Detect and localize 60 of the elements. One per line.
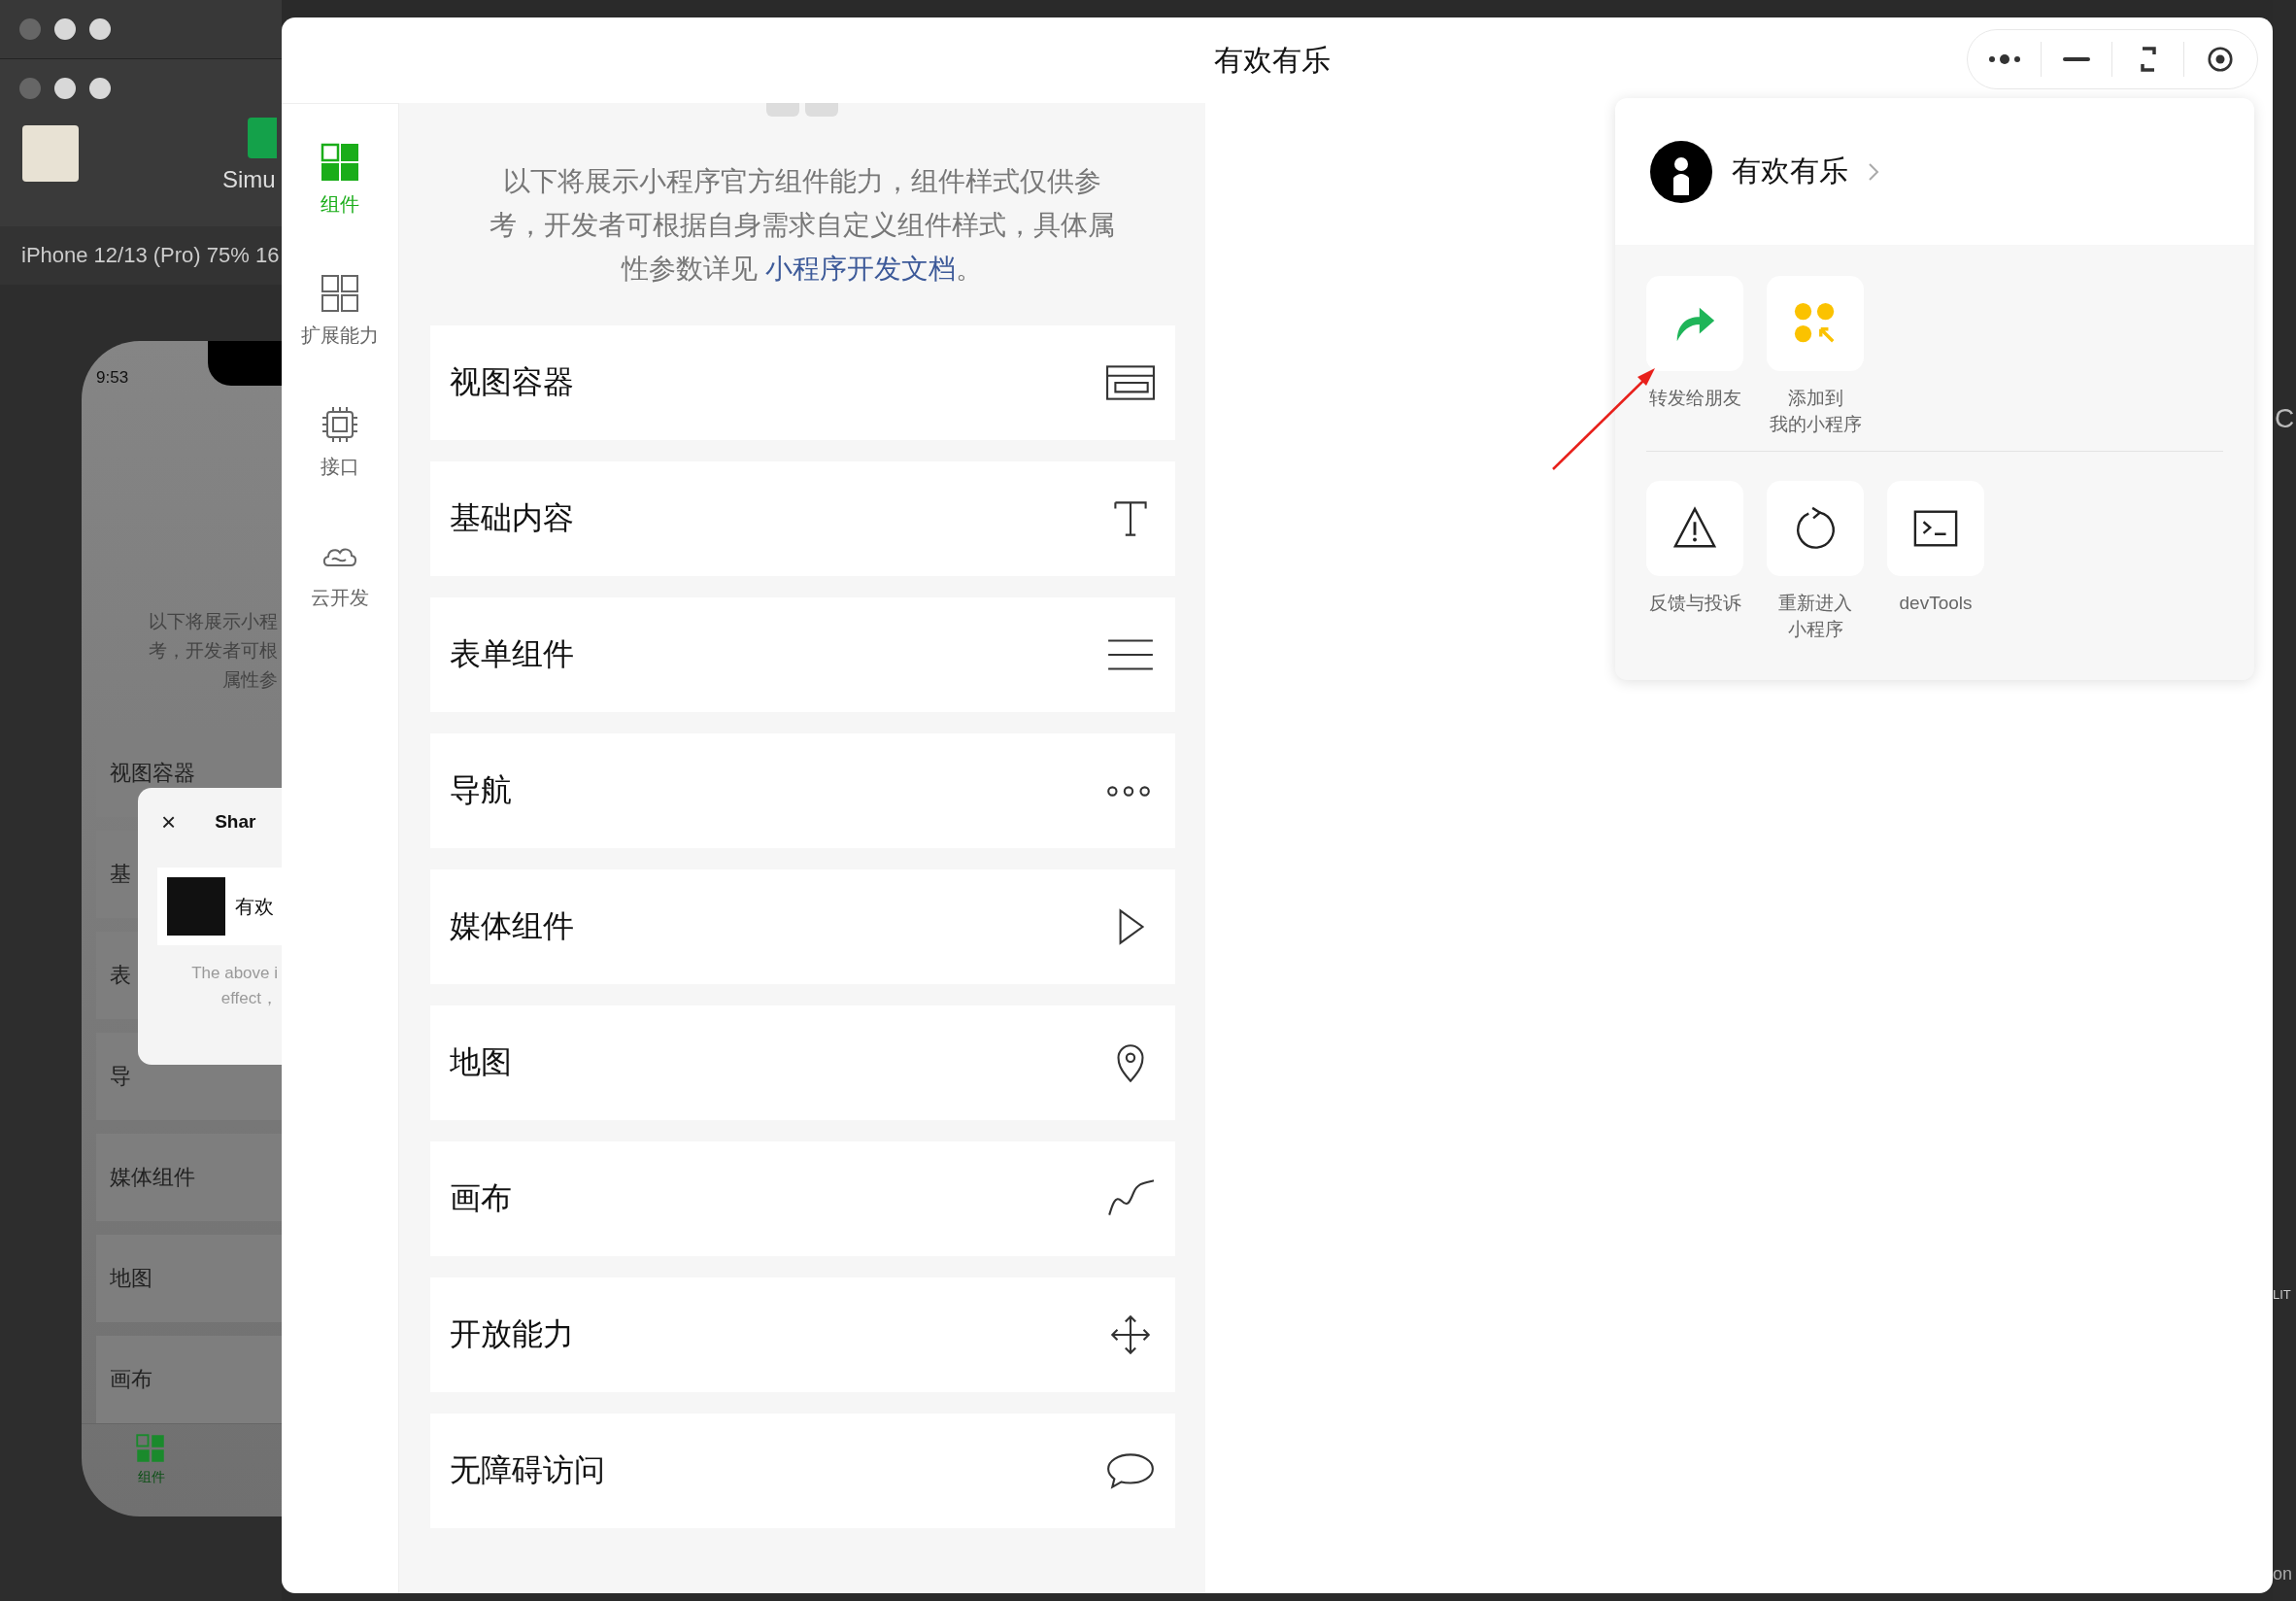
action-label: devTools — [1899, 592, 1973, 615]
app-name: 有欢 — [235, 894, 274, 919]
action-button[interactable] — [1646, 481, 1743, 576]
sidebar-item[interactable]: 接口 — [321, 405, 359, 480]
action-label: 我的小程序 — [1769, 413, 1862, 436]
intro-text: 考，开发者可根 — [149, 639, 278, 663]
chip-icon — [321, 405, 359, 444]
intro-text: 以下将展示小程 — [149, 610, 278, 633]
action-button[interactable] — [1767, 481, 1864, 576]
action-label: 转发给朋友 — [1648, 387, 1741, 410]
component-list-item[interactable]: 无障碍访问 — [429, 1414, 1175, 1528]
intro-text: 以下将展示小程序官方组件能力，组件样式仅供参考，开发者可根据自身需求自定义组件样式，具体属性参数详见 小程序开发文档。 — [489, 165, 1116, 286]
action-label: 小程序 — [1787, 618, 1843, 641]
edge-text: on — [2273, 1564, 2293, 1584]
component-list-item[interactable]: 视图容器 — [429, 325, 1175, 440]
component-list-item[interactable]: 画布 — [429, 1141, 1175, 1256]
component-list-item[interactable]: 表单组件 — [429, 597, 1175, 712]
item-label: 表单组件 — [449, 635, 574, 673]
grid-icon — [321, 143, 359, 182]
edge-text: LIT — [2273, 1287, 2291, 1302]
docs-link[interactable]: 小程序开发文档 — [764, 254, 956, 284]
item-label: 地图 — [449, 1043, 512, 1081]
list-item[interactable]: 地图 — [96, 1235, 282, 1322]
edge-text: C — [2275, 403, 2295, 434]
partial-icon — [766, 103, 799, 117]
component-list-item[interactable]: 开放能力 — [429, 1277, 1175, 1392]
item-label: 基础内容 — [449, 499, 574, 537]
window-control-icon[interactable] — [89, 78, 111, 99]
action-label: 重新进入 — [1778, 592, 1852, 615]
item-label: 导航 — [449, 771, 512, 809]
action-label: 反馈与投诉 — [1648, 592, 1741, 615]
list-item[interactable]: 媒体组件 — [96, 1134, 282, 1221]
grid-icon — [321, 274, 359, 313]
component-list-item[interactable]: 媒体组件 — [429, 869, 1175, 984]
item-label: 视图容器 — [449, 363, 574, 401]
intro-text: 属性参 — [222, 668, 278, 692]
partial-icon — [805, 103, 838, 117]
window-title: 有欢有乐 — [1214, 42, 1331, 78]
component-list-item[interactable]: 地图 — [429, 1005, 1175, 1120]
note-text: The above i — [191, 963, 278, 984]
action-button[interactable] — [1887, 481, 1984, 576]
window-control-icon[interactable] — [89, 18, 111, 40]
component-list-item[interactable]: 基础内容 — [429, 461, 1175, 576]
item-label: 无障碍访问 — [449, 1451, 605, 1489]
action-label: 添加到 — [1787, 387, 1843, 410]
component-list-item[interactable]: 导航 — [429, 733, 1175, 848]
item-label: 媒体组件 — [449, 907, 574, 945]
app-name[interactable]: 有欢有乐 — [1732, 152, 1848, 191]
sidebar-item[interactable]: 扩展能力 — [301, 274, 379, 349]
photo-placeholder — [167, 877, 225, 936]
window-control-icon[interactable] — [54, 78, 76, 99]
toolbar-label: Simu — [222, 166, 276, 193]
item-label: 画布 — [449, 1179, 512, 1217]
note-text: effect， — [220, 988, 278, 1009]
item-label: 开放能力 — [449, 1315, 574, 1353]
device-label: iPhone 12/13 (Pro) 75% 16 — [21, 243, 280, 268]
list-item[interactable]: 画布 — [96, 1336, 282, 1423]
status-time: 9:53 — [96, 368, 129, 388]
sidebar-item[interactable]: 云开发 — [311, 536, 369, 611]
window-control-icon[interactable] — [54, 18, 76, 40]
